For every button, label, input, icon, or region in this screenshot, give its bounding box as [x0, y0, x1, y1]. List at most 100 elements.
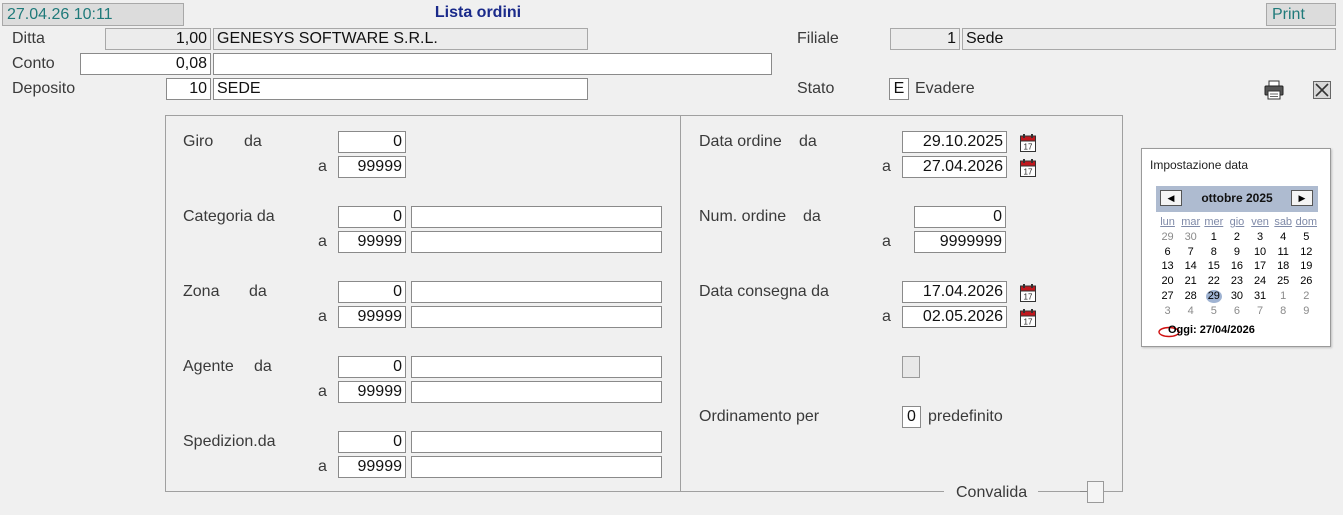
date-picker-popup[interactable]: Impostazione data ◀ ottobre 2025 ▶ lun m… [1141, 148, 1331, 347]
num-ordine-to-field[interactable]: 9999999 [914, 231, 1006, 253]
day-cell[interactable]: 4 [1272, 230, 1295, 245]
day-cell[interactable]: 20 [1156, 274, 1179, 289]
spedizion-from-field[interactable]: 0 [338, 431, 406, 453]
week-row: 20 21 22 23 24 25 26 [1156, 274, 1318, 289]
close-icon[interactable] [1313, 81, 1331, 99]
day-cell[interactable]: 26 [1295, 274, 1318, 289]
day-cell[interactable]: 17 [1249, 259, 1272, 274]
day-cell[interactable]: 6 [1225, 304, 1248, 319]
print-button[interactable]: Print [1266, 3, 1336, 26]
giro-label: Giro [183, 133, 214, 150]
deposito-code-field[interactable]: 10 [166, 78, 211, 100]
calendar-icon[interactable]: 17 [1020, 159, 1036, 177]
zona-from-field[interactable]: 0 [338, 281, 406, 303]
agente-da-label: da [254, 358, 272, 375]
option-checkbox[interactable] [902, 356, 920, 378]
zona-to-field[interactable]: 99999 [338, 306, 406, 328]
day-cell[interactable]: 10 [1249, 245, 1272, 260]
giro-da-label: da [244, 133, 262, 150]
weekday-label: sab [1274, 216, 1293, 228]
day-cell[interactable]: 2 [1295, 289, 1318, 304]
day-cell[interactable]: 7 [1249, 304, 1272, 319]
svg-text:17: 17 [1024, 318, 1033, 327]
spedizion-label: Spedizion.da [183, 433, 276, 450]
today-button[interactable]: Oggi: 27/04/2026 [1168, 324, 1255, 336]
day-cell[interactable]: 30 [1179, 230, 1202, 245]
day-cell[interactable]: 8 [1272, 304, 1295, 319]
spedizion-from-desc [411, 431, 662, 453]
num-ordine-from-field[interactable]: 0 [914, 206, 1006, 228]
calendar-icon[interactable]: 17 [1020, 134, 1036, 152]
ditta-code-field[interactable]: 1,00 [105, 28, 211, 50]
categoria-from-desc [411, 206, 662, 228]
calendar-icon[interactable]: 17 [1020, 309, 1036, 327]
zona-da-label: da [249, 283, 267, 300]
filiale-code-field[interactable]: 1 [890, 28, 960, 50]
day-cell[interactable]: 30 [1225, 289, 1248, 304]
stato-code-field[interactable]: E [889, 78, 909, 100]
day-cell[interactable]: 18 [1272, 259, 1295, 274]
printer-icon[interactable] [1264, 80, 1284, 100]
convalida-button[interactable] [1087, 481, 1104, 503]
date-picker-title: Impostazione data [1150, 158, 1249, 172]
day-cell[interactable]: 13 [1156, 259, 1179, 274]
window-title: Lista ordini [434, 4, 522, 21]
day-cell[interactable]: 11 [1272, 245, 1295, 260]
day-cell[interactable]: 24 [1249, 274, 1272, 289]
categoria-from-field[interactable]: 0 [338, 206, 406, 228]
data-consegna-to-field[interactable]: 02.05.2026 [902, 306, 1007, 328]
svg-text:17: 17 [1024, 168, 1033, 177]
giro-from-field[interactable]: 0 [338, 131, 406, 153]
week-row: 29 30 1 2 3 4 5 [1156, 230, 1318, 245]
day-cell[interactable]: 5 [1202, 304, 1225, 319]
day-cell[interactable]: 2 [1225, 230, 1248, 245]
day-cell[interactable]: 6 [1156, 245, 1179, 260]
data-consegna-from-field[interactable]: 17.04.2026 [902, 281, 1007, 303]
day-cell[interactable]: 29 [1156, 230, 1179, 245]
day-cell[interactable]: 5 [1295, 230, 1318, 245]
day-cell[interactable]: 23 [1225, 274, 1248, 289]
day-cell[interactable]: 1 [1202, 230, 1225, 245]
ordinamento-label: Ordinamento per [699, 408, 820, 425]
zona-label: Zona [183, 283, 220, 300]
day-cell[interactable]: 15 [1202, 259, 1225, 274]
day-cell[interactable]: 16 [1225, 259, 1248, 274]
day-cell[interactable]: 9 [1295, 304, 1318, 319]
next-month-button[interactable]: ▶ [1291, 190, 1313, 206]
num-ordine-a-label: a [882, 233, 891, 250]
weekday-label: dom [1295, 216, 1318, 228]
giro-to-field[interactable]: 99999 [338, 156, 406, 178]
stato-label: Stato [797, 80, 835, 97]
day-cell[interactable]: 22 [1202, 274, 1225, 289]
day-cell[interactable]: 19 [1295, 259, 1318, 274]
agente-from-field[interactable]: 0 [338, 356, 406, 378]
day-cell[interactable]: 1 [1272, 289, 1295, 304]
day-cell[interactable]: 7 [1179, 245, 1202, 260]
data-consegna-label: Data consegna da [699, 283, 829, 300]
day-cell[interactable]: 27 [1156, 289, 1179, 304]
day-cell[interactable]: 12 [1295, 245, 1318, 260]
day-cell-selected[interactable]: 29 [1202, 289, 1225, 304]
day-cell[interactable]: 31 [1249, 289, 1272, 304]
day-cell[interactable]: 28 [1179, 289, 1202, 304]
week-row: 27 28 29 30 31 1 2 [1156, 289, 1318, 304]
data-ordine-to-field[interactable]: 27.04.2026 [902, 156, 1007, 178]
ordinamento-code-field[interactable]: 0 [902, 406, 921, 428]
day-cell[interactable]: 8 [1202, 245, 1225, 260]
day-cell[interactable]: 3 [1156, 304, 1179, 319]
day-cell[interactable]: 9 [1225, 245, 1248, 260]
data-ordine-from-field[interactable]: 29.10.2025 [902, 131, 1007, 153]
weekday-row: lun mar mer gio ven sab dom [1156, 215, 1318, 230]
conto-code-field[interactable]: 0,08 [80, 53, 211, 75]
spedizion-to-field[interactable]: 99999 [338, 456, 406, 478]
agente-to-field[interactable]: 99999 [338, 381, 406, 403]
day-cell[interactable]: 4 [1179, 304, 1202, 319]
day-cell[interactable]: 25 [1272, 274, 1295, 289]
categoria-to-field[interactable]: 99999 [338, 231, 406, 253]
filiale-name-field: Sede [962, 28, 1336, 50]
day-cell[interactable]: 3 [1249, 230, 1272, 245]
day-cell[interactable]: 14 [1179, 259, 1202, 274]
calendar-icon[interactable]: 17 [1020, 284, 1036, 302]
spedizion-to-desc [411, 456, 662, 478]
day-cell[interactable]: 21 [1179, 274, 1202, 289]
